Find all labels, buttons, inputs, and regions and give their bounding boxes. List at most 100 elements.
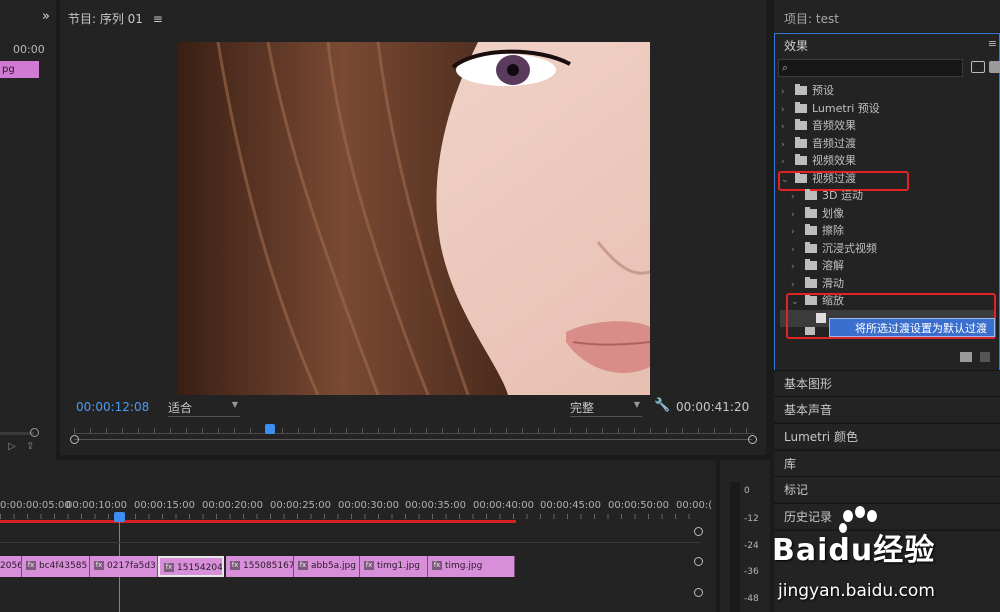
ruler-label: 00:00:35:00 xyxy=(405,500,467,511)
fx-badge-icon: fx xyxy=(164,563,174,572)
ruler-label: 00:00:40:00 xyxy=(473,500,535,511)
panel-essential-sound[interactable]: 基本声音 xyxy=(774,396,1000,422)
scroll-handle[interactable] xyxy=(30,428,39,437)
track-divider xyxy=(0,542,700,543)
track-scroll-handle[interactable] xyxy=(694,588,703,597)
fx-badge-icon: fx xyxy=(364,561,374,570)
timeline-clip[interactable]: 2056 xyxy=(0,556,22,577)
export-frame-icon[interactable]: ⇪ xyxy=(26,441,34,452)
transition-folder[interactable]: › 滑动 xyxy=(791,275,844,292)
timeline-clip[interactable]: fx 155085167 xyxy=(226,556,294,577)
fx-badge-icon: fx xyxy=(230,561,240,570)
ruler-label: 00:00:50:00 xyxy=(608,500,670,511)
monitor-playhead[interactable] xyxy=(265,424,275,434)
timeline-clip[interactable]: fx bc4f43585 xyxy=(22,556,90,577)
accelerated-effects-icon[interactable] xyxy=(971,61,985,73)
wrench-icon[interactable]: 🔧 xyxy=(654,398,670,413)
folder-icon xyxy=(805,242,817,253)
program-monitor-title: 节目: 序列 01 ≡ xyxy=(68,12,163,26)
transition-folder[interactable]: › 沉浸式视频 xyxy=(791,240,877,257)
project-panel[interactable]: 项目: test xyxy=(774,0,1000,32)
folder-icon xyxy=(795,119,807,130)
ruler-label: 00:00:15:00 xyxy=(134,500,196,511)
video-frame xyxy=(178,42,650,395)
folder-icon xyxy=(805,207,817,218)
track-scroll-handle[interactable] xyxy=(694,527,703,536)
timeline-clip[interactable]: fx abb5a.jpg xyxy=(294,556,360,577)
folder-icon xyxy=(805,259,817,270)
insert-icon[interactable]: ▷ xyxy=(8,441,16,452)
effects-panel-title: 效果 xyxy=(784,39,809,53)
source-timecode: 00:00 xyxy=(13,43,45,56)
ruler-label: 0:00:00:05:00 xyxy=(0,500,71,511)
timeline-clip-selected[interactable]: fx 15154204 xyxy=(158,556,224,577)
ruler-label: 00:00:10:00 xyxy=(66,500,128,511)
panel-overflow-icon[interactable]: » xyxy=(42,9,50,24)
scroll-handle-left[interactable] xyxy=(70,435,79,444)
folder-icon xyxy=(805,189,817,200)
transition-folder[interactable]: › 划像 xyxy=(791,205,844,222)
folder-bin-icon xyxy=(795,84,807,95)
timeline-clip[interactable]: fx timg.jpg xyxy=(428,556,515,577)
panel-libraries[interactable]: 库 xyxy=(774,450,1000,476)
effects-tree-item[interactable]: › 预设 xyxy=(781,82,834,99)
chevron-down-icon: ▼ xyxy=(231,400,238,409)
fx-badge-icon: fx xyxy=(298,561,308,570)
effects-tree-item[interactable]: › 视频效果 xyxy=(781,152,856,169)
transition-folder[interactable]: › 3D 运动 xyxy=(791,187,863,204)
meter-bar-left xyxy=(730,482,740,612)
program-monitor: 节目: 序列 01 ≡ 00:00:12:08 适合 ▼ 完整 ▼ 🔧 00:0… xyxy=(60,0,766,455)
search-icon: ⌕ xyxy=(782,61,789,74)
source-clip[interactable]: pg xyxy=(0,61,39,78)
panel-lumetri-color[interactable]: Lumetri 颜色 xyxy=(774,423,1000,449)
timeline-clip[interactable]: fx 0217fa5d3 xyxy=(90,556,158,577)
source-panel: » 00:00 pg ▷ ⇪ xyxy=(0,0,56,460)
scroll-handle-right[interactable] xyxy=(748,435,757,444)
timeline-clip[interactable]: fx timg1.jpg xyxy=(360,556,428,577)
current-timecode[interactable]: 00:00:12:08 xyxy=(76,400,149,414)
ruler-label: 00:00:( xyxy=(676,500,713,511)
fx-badge-icon: fx xyxy=(26,561,36,570)
chevron-down-icon: ▼ xyxy=(633,400,640,409)
effects-search-input[interactable]: ⌕ xyxy=(778,59,963,77)
render-bar xyxy=(0,520,516,523)
timeline-ruler-ticks[interactable] xyxy=(0,514,700,519)
quality-dropdown[interactable]: 完整 ▼ xyxy=(570,399,642,417)
transition-folder[interactable]: › 擦除 xyxy=(791,222,844,239)
panel-menu-icon[interactable]: ≡ xyxy=(153,12,163,26)
monitor-scrollbar[interactable] xyxy=(74,439,752,440)
ruler-label: 00:00:30:00 xyxy=(338,500,400,511)
new-bin-icon[interactable] xyxy=(960,352,972,362)
fit-dropdown[interactable]: 适合 ▼ xyxy=(168,399,240,417)
meter-label: -36 xyxy=(744,567,759,577)
meter-label: -48 xyxy=(744,594,759,604)
32bit-effects-icon[interactable] xyxy=(989,61,1000,73)
folder-icon xyxy=(795,154,807,165)
audio-meters: 0 -12 -24 -36 -48 xyxy=(720,460,770,612)
effects-tree-item[interactable]: › 音频过渡 xyxy=(781,135,856,152)
context-menu-set-default-transition[interactable]: 将所选过渡设置为默认过渡 xyxy=(829,318,995,337)
track-scroll-handle[interactable] xyxy=(694,557,703,566)
folder-icon xyxy=(805,277,817,288)
effects-tree-item[interactable]: › Lumetri 预设 xyxy=(781,100,880,117)
timeline-panel: 0:00:00:05:00 00:00:10:00 00:00:15:00 00… xyxy=(0,460,716,612)
fx-badge-icon: fx xyxy=(432,561,442,570)
folder-icon xyxy=(795,137,807,148)
transition-folder[interactable]: › 溶解 xyxy=(791,257,844,274)
effects-tree-item[interactable]: › 音频效果 xyxy=(781,117,856,134)
ruler-label: 00:00:45:00 xyxy=(540,500,602,511)
meter-label: -24 xyxy=(744,541,759,551)
meter-label: 0 xyxy=(744,486,750,496)
trash-icon[interactable] xyxy=(980,352,990,362)
watermark-url: jingyan.baidu.com xyxy=(778,581,935,601)
source-scrollbar[interactable] xyxy=(0,432,34,435)
fx-badge-icon: fx xyxy=(94,561,104,570)
panel-menu-icon[interactable]: ≡ xyxy=(988,37,997,50)
project-panel-title: 项目: test xyxy=(784,12,839,26)
ruler-label: 00:00:25:00 xyxy=(270,500,332,511)
panel-essential-graphics[interactable]: 基本图形 xyxy=(774,370,1000,396)
folder-icon xyxy=(805,224,817,235)
monitor-time-ruler[interactable] xyxy=(74,428,754,434)
folder-bin-icon xyxy=(795,102,807,113)
panel-markers[interactable]: 标记 xyxy=(774,476,1000,502)
